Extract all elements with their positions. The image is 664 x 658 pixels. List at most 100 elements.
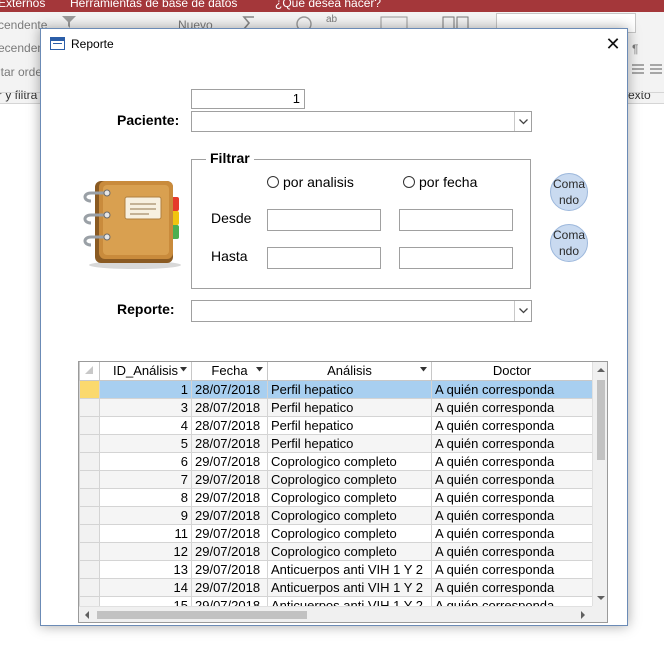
cell-fecha[interactable]: 29/07/2018 bbox=[191, 541, 268, 561]
column-header-id[interactable]: ID_Análisis bbox=[99, 362, 192, 381]
cell-id[interactable]: 8 bbox=[99, 487, 192, 507]
cell-analisis[interactable]: Perfil hepatico bbox=[267, 433, 432, 453]
cell-id[interactable]: 6 bbox=[99, 451, 192, 471]
cell-fecha[interactable]: 28/07/2018 bbox=[191, 379, 268, 399]
hasta-analisis-field[interactable] bbox=[267, 247, 381, 269]
table-row[interactable]: 12 29/07/2018 Coprologico completo A quién … bbox=[79, 541, 593, 561]
cell-id[interactable]: 11 bbox=[99, 523, 192, 543]
reporte-combo[interactable] bbox=[191, 300, 532, 322]
sort-dropdown-icon[interactable] bbox=[256, 367, 263, 372]
record-selector[interactable] bbox=[79, 451, 100, 471]
cell-id[interactable]: 7 bbox=[99, 469, 192, 489]
horizontal-scrollbar[interactable] bbox=[79, 606, 592, 623]
cell-analisis[interactable]: Coprologico completo bbox=[267, 469, 432, 489]
cell-id[interactable]: 1 bbox=[99, 379, 192, 399]
table-row[interactable]: 7 29/07/2018 Coprologico completo A quién c… bbox=[79, 469, 593, 489]
cell-doctor[interactable]: A quién corresponda bbox=[431, 523, 593, 543]
record-selector[interactable] bbox=[79, 433, 100, 453]
table-row[interactable]: 13 29/07/2018 Anticuerpos anti VIH 1 Y 2A … bbox=[79, 559, 593, 579]
record-selector[interactable] bbox=[79, 559, 100, 579]
record-selector[interactable] bbox=[79, 415, 100, 435]
radio-por-fecha-label[interactable]: por fecha bbox=[419, 174, 477, 190]
cell-doctor[interactable]: A quién corresponda bbox=[431, 469, 593, 489]
record-selector[interactable] bbox=[79, 379, 100, 399]
table-row[interactable]: 6 29/07/2018 Coprologico completo A quién c… bbox=[79, 451, 593, 471]
record-selector[interactable] bbox=[79, 523, 100, 543]
cell-analisis[interactable]: Coprologico completo bbox=[267, 451, 432, 471]
command-button-2[interactable]: Comando bbox=[550, 224, 588, 262]
cell-fecha[interactable]: 29/07/2018 bbox=[191, 487, 268, 507]
cell-id[interactable]: 14 bbox=[99, 577, 192, 597]
cell-fecha[interactable]: 29/07/2018 bbox=[191, 469, 268, 489]
paragraph-icon[interactable]: ¶ bbox=[632, 42, 638, 56]
record-selector[interactable] bbox=[79, 487, 100, 507]
desde-fecha-field[interactable] bbox=[399, 209, 513, 231]
cell-analisis[interactable]: Anticuerpos anti VIH 1 Y 2 bbox=[267, 577, 432, 597]
scroll-down-icon[interactable] bbox=[593, 590, 608, 606]
ribbon-tab-database-tools[interactable]: Herramientas de base de datos bbox=[70, 0, 237, 10]
vertical-scroll-thumb[interactable] bbox=[597, 380, 605, 460]
cell-doctor[interactable]: A quién corresponda bbox=[431, 433, 593, 453]
table-row[interactable]: 3 28/07/2018 Perfil hepatico A quién corres… bbox=[79, 397, 593, 417]
column-header-fecha[interactable]: Fecha bbox=[191, 362, 268, 381]
record-selector[interactable] bbox=[79, 505, 100, 525]
cell-doctor[interactable]: A quién corresponda bbox=[431, 541, 593, 561]
close-icon[interactable]: ✕ bbox=[601, 32, 625, 56]
cell-fecha[interactable]: 29/07/2018 bbox=[191, 559, 268, 579]
replace-icon[interactable]: ab bbox=[326, 14, 337, 25]
scroll-left-icon[interactable] bbox=[79, 607, 95, 623]
cell-fecha[interactable]: 29/07/2018 bbox=[191, 505, 268, 525]
cell-doctor[interactable]: A quién corresponda bbox=[431, 451, 593, 471]
horizontal-scroll-thumb[interactable] bbox=[97, 611, 307, 619]
ribbon-remove-sort[interactable]: itar orde bbox=[0, 65, 42, 79]
table-row[interactable]: 8 29/07/2018 Coprologico completo A quién c… bbox=[79, 487, 593, 507]
radio-por-analisis[interactable] bbox=[267, 176, 279, 188]
filter-icon[interactable] bbox=[62, 16, 76, 28]
chevron-down-icon[interactable] bbox=[514, 301, 531, 321]
desde-analisis-field[interactable] bbox=[267, 209, 381, 231]
cell-id[interactable]: 9 bbox=[99, 505, 192, 525]
table-row[interactable]: 5 28/07/2018 Perfil hepatico A quién corres… bbox=[79, 433, 593, 453]
cell-id[interactable]: 12 bbox=[99, 541, 192, 561]
radio-por-fecha[interactable] bbox=[403, 176, 415, 188]
chevron-down-icon[interactable] bbox=[514, 112, 531, 131]
table-row[interactable]: 9 29/07/2018 Coprologico completo A quién c… bbox=[79, 505, 593, 525]
sort-dropdown-icon[interactable] bbox=[180, 367, 187, 372]
cell-doctor[interactable]: A quién corresponda bbox=[431, 397, 593, 417]
record-selector[interactable] bbox=[79, 469, 100, 489]
cell-id[interactable]: 5 bbox=[99, 433, 192, 453]
record-selector[interactable] bbox=[79, 541, 100, 561]
sort-dropdown-icon[interactable] bbox=[420, 367, 427, 372]
radio-por-analisis-label[interactable]: por analisis bbox=[283, 174, 354, 190]
select-all-corner[interactable] bbox=[79, 362, 100, 381]
cell-fecha[interactable]: 28/07/2018 bbox=[191, 397, 268, 417]
scroll-up-icon[interactable] bbox=[593, 362, 608, 378]
cell-doctor[interactable]: A quién corresponda bbox=[431, 559, 593, 579]
cell-id[interactable]: 3 bbox=[99, 397, 192, 417]
dialog-titlebar[interactable]: Reporte ✕ bbox=[41, 29, 627, 59]
command-button-1[interactable]: Comando bbox=[550, 173, 588, 211]
id-textbox[interactable]: 1 bbox=[191, 89, 305, 109]
cell-fecha[interactable]: 29/07/2018 bbox=[191, 523, 268, 543]
vertical-scrollbar[interactable] bbox=[592, 362, 608, 606]
cell-analisis[interactable]: Coprologico completo bbox=[267, 541, 432, 561]
scroll-right-icon[interactable] bbox=[575, 607, 591, 623]
ribbon-tell-me[interactable]: ¿Qué desea hacer? bbox=[275, 0, 381, 10]
column-header-doctor[interactable]: Doctor bbox=[431, 362, 593, 381]
cell-analisis[interactable]: Anticuerpos anti VIH 1 Y 2 bbox=[267, 559, 432, 579]
table-row[interactable]: 4 28/07/2018 Perfil hepatico A quién corres… bbox=[79, 415, 593, 435]
record-selector[interactable] bbox=[79, 397, 100, 417]
cell-doctor[interactable]: A quién corresponda bbox=[431, 415, 593, 435]
cell-fecha[interactable]: 29/07/2018 bbox=[191, 451, 268, 471]
cell-fecha[interactable]: 29/07/2018 bbox=[191, 577, 268, 597]
cell-analisis[interactable]: Coprologico completo bbox=[267, 523, 432, 543]
cell-analisis[interactable]: Coprologico completo bbox=[267, 487, 432, 507]
cell-id[interactable]: 13 bbox=[99, 559, 192, 579]
cell-doctor[interactable]: A quién corresponda bbox=[431, 379, 593, 399]
cell-doctor[interactable]: A quién corresponda bbox=[431, 505, 593, 525]
table-row[interactable]: 1 28/07/2018 Perfil hepatico A quién corres… bbox=[79, 379, 593, 399]
cell-analisis[interactable]: Perfil hepatico bbox=[267, 379, 432, 399]
cell-analisis[interactable]: Coprologico completo bbox=[267, 505, 432, 525]
record-selector[interactable] bbox=[79, 577, 100, 597]
table-row[interactable]: 11 29/07/2018 Coprologico completo A quién … bbox=[79, 523, 593, 543]
